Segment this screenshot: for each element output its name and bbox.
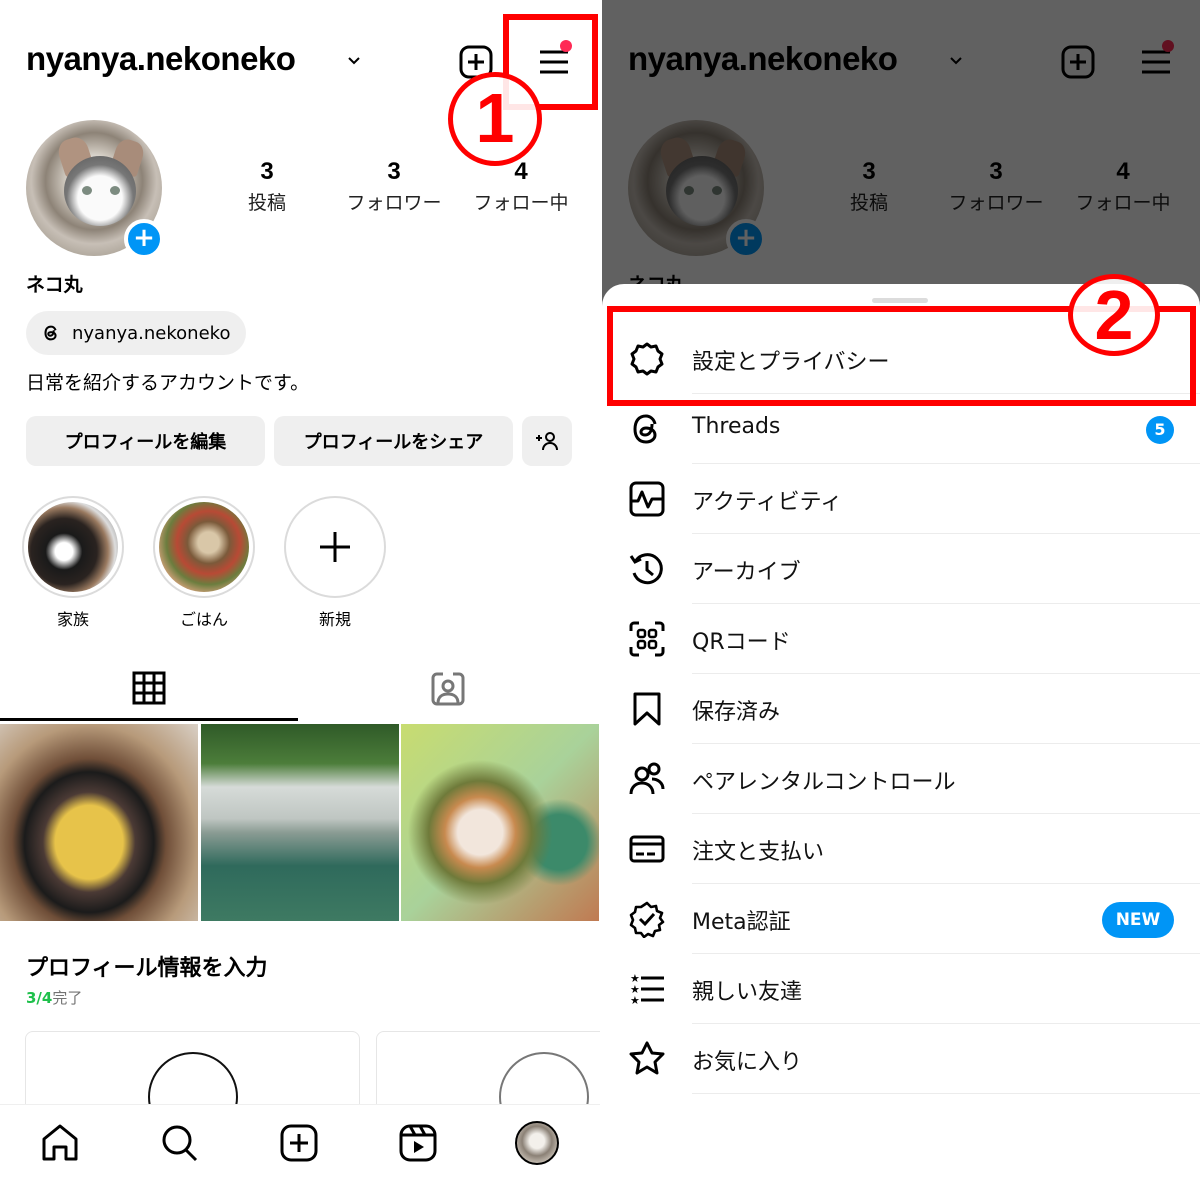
menu-bottom-sheet: 設定とプライバシー Threads 5 アクティビティ アーカイブ QRコード … (602, 284, 1200, 1187)
star-icon (629, 1041, 665, 1075)
highlight-food[interactable]: ごはん (153, 496, 255, 630)
qr-code-icon (629, 621, 665, 657)
menu-item-favorites[interactable]: お気に入り (602, 1024, 1200, 1094)
annotation-step-2: 2 (1068, 274, 1160, 356)
chevron-down-icon[interactable] (346, 52, 362, 68)
menu-screen: nyanya.nekoneko + 3投稿 3フォロワー 4フォロー中 ネコ丸 … (602, 0, 1200, 1187)
share-profile-button[interactable]: プロフィールをシェア (274, 416, 513, 466)
threads-icon (44, 325, 57, 341)
threads-count-badge: 5 (1146, 416, 1174, 444)
card-icon (629, 835, 665, 863)
profile-tabs (0, 660, 600, 722)
display-name: ネコ丸 (26, 274, 83, 296)
menu-item-saved[interactable]: 保存済み (602, 674, 1200, 744)
stat-followers[interactable]: 3 フォロワー (329, 158, 459, 215)
post-thumbnail[interactable] (401, 724, 599, 921)
bookmark-icon (633, 692, 661, 726)
tab-tagged-icon[interactable] (429, 670, 467, 708)
profile-screen: nyanya.nekoneko + 3 投稿 3 フォロワー 4 フォロー中 ネ… (0, 0, 600, 1187)
profile-avatar-tab[interactable] (515, 1121, 559, 1165)
post-thumbnail[interactable] (0, 724, 198, 921)
new-highlight-button[interactable]: 新規 (284, 496, 386, 630)
post-thumbnail[interactable] (201, 724, 399, 921)
stat-posts[interactable]: 3 投稿 (202, 158, 332, 215)
stat-following[interactable]: 4 フォロー中 (456, 158, 586, 215)
menu-item-close-friends[interactable]: ★ ★ ★ 親しい友達 (602, 954, 1200, 1024)
bio-text: 日常を紹介するアカウントです。 (26, 372, 310, 394)
menu-item-meta-verified[interactable]: Meta認証 NEW (602, 884, 1200, 954)
profile-completion-progress: 3/4完了 (26, 989, 83, 1007)
menu-item-activity[interactable]: アクティビティ (602, 464, 1200, 534)
profile-completion-title: プロフィール情報を入力 (26, 956, 268, 981)
search-icon[interactable] (158, 1121, 202, 1165)
active-tab-indicator (0, 718, 298, 721)
menu-item-parental-controls[interactable]: ペアレンタルコントロール (602, 744, 1200, 814)
reels-icon[interactable] (396, 1121, 440, 1165)
bottom-navigation (0, 1104, 600, 1187)
threads-link-chip[interactable]: nyanya.nekoneko (26, 311, 247, 355)
menu-item-archive[interactable]: アーカイブ (602, 534, 1200, 604)
close-friends-icon: ★★★ (630, 972, 664, 1007)
highlight-family[interactable]: 家族 (22, 496, 124, 630)
threads-handle: nyanya.nekoneko (72, 322, 231, 344)
add-person-icon (536, 432, 558, 451)
archive-icon (629, 553, 663, 585)
sheet-grabber[interactable] (872, 298, 928, 303)
plus-icon (320, 532, 350, 562)
username-switcher[interactable]: nyanya.nekoneko (26, 40, 296, 78)
create-icon[interactable] (277, 1121, 321, 1165)
edit-profile-button[interactable]: プロフィールを編集 (26, 416, 265, 466)
threads-icon (633, 414, 657, 444)
verified-icon (629, 901, 665, 938)
new-badge: NEW (1102, 902, 1174, 938)
menu-item-orders-payments[interactable]: 注文と支払い (602, 814, 1200, 884)
menu-item-qr-code[interactable]: QRコード (602, 604, 1200, 674)
annotation-step-1: 1 (448, 72, 542, 166)
supervision-icon (629, 762, 665, 795)
activity-icon (629, 481, 665, 517)
add-story-plus-icon[interactable]: + (124, 219, 164, 259)
discover-people-button[interactable] (522, 416, 572, 466)
home-icon[interactable] (38, 1121, 82, 1165)
svg-text:★: ★ (630, 994, 640, 1007)
tab-posts-grid-icon[interactable] (131, 670, 167, 706)
